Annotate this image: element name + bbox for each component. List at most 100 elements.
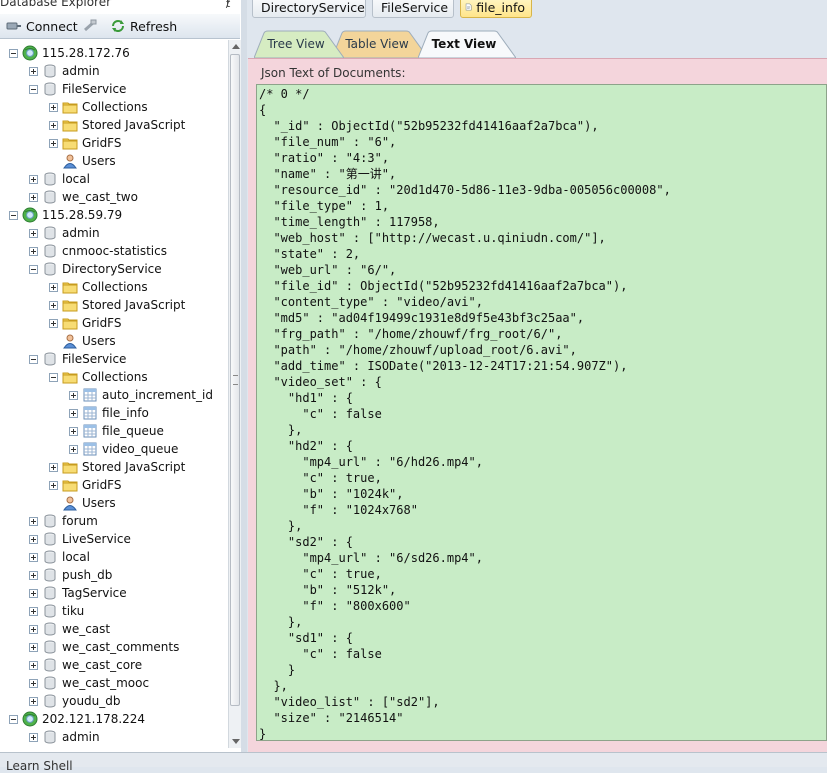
scroll-down-arrow-icon[interactable] — [232, 739, 240, 744]
view-tab[interactable]: Table View — [332, 30, 428, 58]
tree-node-label: Collections — [82, 100, 148, 114]
tree-node[interactable]: file_info — [0, 404, 228, 422]
folder-icon — [62, 315, 78, 331]
doc-tab[interactable]: file_info — [460, 0, 532, 18]
expand-icon[interactable] — [49, 319, 58, 328]
doc-tab[interactable]: FileService — [372, 0, 454, 18]
tree-node[interactable]: file_queue — [0, 422, 228, 440]
expand-icon[interactable] — [49, 283, 58, 292]
disconnect-button[interactable] — [82, 17, 98, 35]
expand-icon[interactable] — [29, 643, 38, 652]
tree-node[interactable]: tiku — [0, 602, 228, 620]
expand-icon[interactable] — [69, 427, 78, 436]
tree-scrollbar[interactable] — [228, 40, 242, 748]
database-icon — [42, 603, 58, 619]
tree-node[interactable]: LiveService — [0, 530, 228, 548]
tree-node[interactable]: TagService — [0, 584, 228, 602]
tree-node[interactable]: Users — [0, 332, 228, 350]
panel-splitter[interactable] — [241, 0, 247, 752]
expand-icon[interactable] — [29, 247, 38, 256]
tree-node[interactable]: we_cast_two — [0, 188, 228, 206]
expand-icon[interactable] — [49, 301, 58, 310]
tree-node[interactable]: Stored JavaScript — [0, 116, 228, 134]
tree-node[interactable]: we_cast_mooc — [0, 674, 228, 692]
tree-node[interactable]: we_cast_comments — [0, 638, 228, 656]
tree-node[interactable]: video_queue — [0, 440, 228, 458]
pin-icon[interactable]: ⱦ — [226, 0, 230, 10]
learn-shell-tab[interactable]: Learn Shell — [6, 759, 73, 773]
expand-icon[interactable] — [49, 463, 58, 472]
expand-icon[interactable] — [29, 571, 38, 580]
tree-node[interactable]: forum — [0, 512, 228, 530]
tree-node[interactable]: auto_increment_id — [0, 386, 228, 404]
expand-icon[interactable] — [29, 661, 38, 670]
expand-icon[interactable] — [29, 589, 38, 598]
expand-icon[interactable] — [29, 229, 38, 238]
view-tab[interactable]: Tree View — [254, 30, 344, 58]
tree-node[interactable]: admin — [0, 62, 228, 80]
json-text-box[interactable]: /* 0 */ { "_id" : ObjectId("52b95232fd41… — [256, 84, 827, 741]
tree-node[interactable]: FileService — [0, 80, 228, 98]
expand-icon[interactable] — [69, 409, 78, 418]
expand-icon[interactable] — [29, 517, 38, 526]
collapse-icon[interactable] — [9, 715, 18, 724]
collapse-icon[interactable] — [29, 355, 38, 364]
expand-icon[interactable] — [49, 121, 58, 130]
tree-node[interactable]: push_db — [0, 566, 228, 584]
tree-node[interactable]: admin — [0, 728, 228, 746]
expand-icon[interactable] — [29, 697, 38, 706]
expand-icon[interactable] — [69, 391, 78, 400]
expand-icon[interactable] — [29, 625, 38, 634]
refresh-button[interactable]: Refresh — [110, 17, 177, 35]
expand-icon[interactable] — [29, 607, 38, 616]
tree-node[interactable]: DirectoryService — [0, 260, 228, 278]
tree-node[interactable]: Users — [0, 152, 228, 170]
collapse-icon[interactable] — [9, 49, 18, 58]
tree-node[interactable]: admin — [0, 224, 228, 242]
expand-icon[interactable] — [29, 679, 38, 688]
tree-node[interactable]: Collections — [0, 368, 228, 386]
collapse-icon[interactable] — [29, 265, 38, 274]
view-tab[interactable]: Text View — [418, 30, 516, 58]
tree-node[interactable]: 115.28.172.76 — [0, 44, 228, 62]
collapse-icon[interactable] — [29, 85, 38, 94]
tree-node[interactable]: we_cast_core — [0, 656, 228, 674]
tree-node[interactable]: Users — [0, 494, 228, 512]
tree-node[interactable]: GridFS — [0, 134, 228, 152]
tree-node[interactable]: GridFS — [0, 476, 228, 494]
tree-node[interactable]: Stored JavaScript — [0, 458, 228, 476]
expand-icon[interactable] — [49, 139, 58, 148]
expand-icon[interactable] — [29, 175, 38, 184]
tree-node[interactable]: FileService — [0, 350, 228, 368]
scroll-up-arrow-icon[interactable] — [232, 44, 240, 49]
expand-icon[interactable] — [49, 481, 58, 490]
doc-tab[interactable]: DirectoryService — [252, 0, 366, 18]
tree-node[interactable]: Collections — [0, 278, 228, 296]
tree-node-label: Collections — [82, 370, 148, 384]
connect-button[interactable]: Connect — [6, 17, 78, 35]
expand-icon[interactable] — [29, 193, 38, 202]
database-icon — [42, 675, 58, 691]
expand-icon[interactable] — [69, 445, 78, 454]
tree-node[interactable]: local — [0, 170, 228, 188]
expand-icon[interactable] — [29, 535, 38, 544]
user-icon — [62, 495, 78, 511]
expand-icon[interactable] — [29, 553, 38, 562]
tree-node[interactable]: Collections — [0, 98, 228, 116]
expand-icon[interactable] — [49, 103, 58, 112]
expand-icon[interactable] — [29, 733, 38, 742]
collapse-icon[interactable] — [9, 211, 18, 220]
tree-node[interactable]: cnmooc-statistics — [0, 242, 228, 260]
scrollbar-thumb[interactable] — [230, 54, 240, 706]
tree-node[interactable]: local — [0, 548, 228, 566]
collapse-icon[interactable] — [49, 373, 58, 382]
tree-node[interactable]: 202.121.178.224 — [0, 710, 228, 728]
folder-icon — [62, 369, 78, 385]
tree-node[interactable]: Stored JavaScript — [0, 296, 228, 314]
expand-icon[interactable] — [29, 67, 38, 76]
tree-node[interactable]: youdu_db — [0, 692, 228, 710]
user-icon — [62, 153, 78, 169]
tree-node[interactable]: we_cast — [0, 620, 228, 638]
tree-node[interactable]: 115.28.59.79 — [0, 206, 228, 224]
tree-node[interactable]: GridFS — [0, 314, 228, 332]
